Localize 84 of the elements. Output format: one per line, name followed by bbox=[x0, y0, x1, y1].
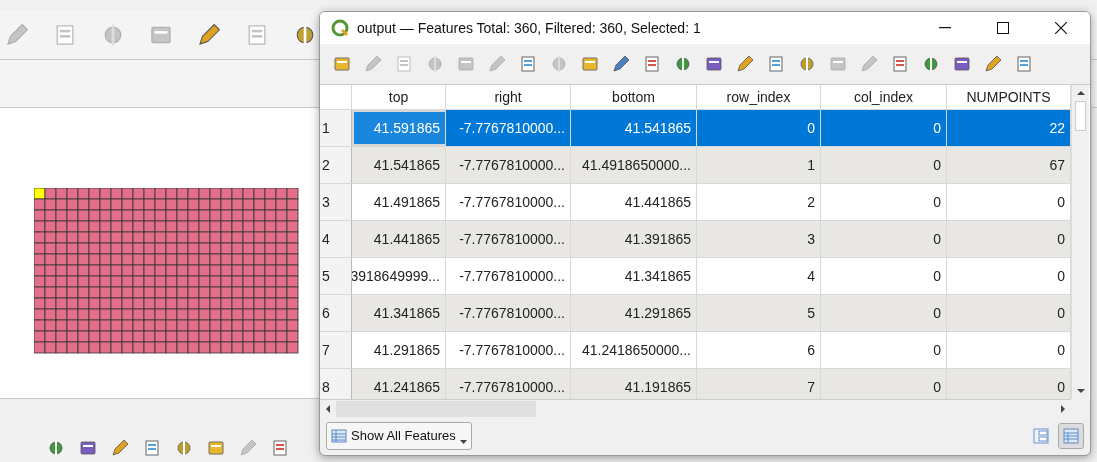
table-cell: -7.7767810000... bbox=[446, 147, 571, 183]
toolbar-icon[interactable] bbox=[206, 438, 226, 458]
table-cell: 41.341865 bbox=[352, 295, 446, 331]
toolbar-icon[interactable] bbox=[611, 54, 631, 74]
toolbar-icon[interactable] bbox=[174, 438, 194, 458]
toolbar-icon[interactable] bbox=[673, 54, 693, 74]
toolbar-icon[interactable] bbox=[580, 54, 600, 74]
table-cell: 0 bbox=[821, 258, 947, 294]
table-cell: -7.7767810000... bbox=[446, 295, 571, 331]
table-cell: 41.441865 bbox=[352, 221, 446, 257]
row-header[interactable]: 7 bbox=[320, 332, 352, 368]
minimize-icon bbox=[939, 27, 951, 29]
table-cell: 4 bbox=[697, 258, 821, 294]
table-cell: 41.391865 bbox=[571, 221, 697, 257]
vertical-scrollbar[interactable] bbox=[1071, 85, 1089, 399]
table-cell: -7.7767810000... bbox=[446, 258, 571, 294]
table-cell: 0 bbox=[697, 110, 821, 146]
toolbar-icon[interactable] bbox=[983, 54, 1003, 74]
toolbar-icon[interactable] bbox=[270, 438, 290, 458]
row-header[interactable]: 4 bbox=[320, 221, 352, 257]
toolbar-icon[interactable] bbox=[142, 438, 162, 458]
table-cell: -7.7767810000... bbox=[446, 221, 571, 257]
table-cell: 41.291865 bbox=[352, 332, 446, 368]
table-cell: 6 bbox=[697, 332, 821, 368]
table-cell: 0 bbox=[821, 147, 947, 183]
toolbar-icon[interactable] bbox=[1014, 54, 1034, 74]
view-toggle-button[interactable] bbox=[1058, 422, 1084, 449]
table-cell: 0 bbox=[821, 221, 947, 257]
toolbar-icon[interactable] bbox=[797, 54, 817, 74]
table-cell: 41.341865 bbox=[571, 258, 697, 294]
table-cell: 0 bbox=[821, 184, 947, 220]
form-view-icon bbox=[1032, 426, 1050, 445]
column-header[interactable]: row_index bbox=[697, 85, 821, 109]
table-cell: 41.291865 bbox=[571, 295, 697, 331]
toolbar-icon[interactable] bbox=[46, 438, 66, 458]
toolbar-icon[interactable] bbox=[642, 54, 662, 74]
table-cell: -7.7767810000... bbox=[446, 184, 571, 220]
caret-icon bbox=[459, 439, 467, 444]
table-cell: 41.491865 bbox=[352, 184, 446, 220]
maximize-icon bbox=[997, 22, 1009, 34]
toolbar-icon[interactable] bbox=[766, 54, 786, 74]
toolbar-icon[interactable] bbox=[921, 54, 941, 74]
table-cell: 41.441865 bbox=[571, 184, 697, 220]
toolbar-icon[interactable] bbox=[110, 438, 130, 458]
table-view-icon bbox=[1062, 426, 1080, 445]
table-cell: 41.591865 bbox=[352, 110, 446, 146]
table-cell: 2 bbox=[697, 184, 821, 220]
table-cell: 41.2418650000... bbox=[571, 332, 697, 368]
column-header[interactable]: top bbox=[352, 85, 446, 109]
toolbar-icon[interactable] bbox=[332, 54, 352, 74]
table-cell: 3 bbox=[697, 221, 821, 257]
table-icon bbox=[331, 427, 347, 444]
app-logo-icon bbox=[330, 18, 350, 38]
column-header[interactable]: bottom bbox=[571, 85, 697, 109]
table-cell: 1 bbox=[697, 147, 821, 183]
table-cell: 0 bbox=[821, 295, 947, 331]
scroll-thumb[interactable] bbox=[1075, 101, 1086, 131]
close-icon bbox=[1055, 22, 1067, 34]
table-cell: 41.4918650000... bbox=[571, 147, 697, 183]
toolbar-icon[interactable] bbox=[952, 54, 972, 74]
window-title: output — Features Total: 360, Filtered: 360, Selected: 1 bbox=[357, 18, 701, 38]
table-cell: -7.7767810000... bbox=[446, 332, 571, 368]
table-cell: -7.7767810000... bbox=[446, 110, 571, 146]
row-header[interactable]: 6 bbox=[320, 295, 352, 331]
toolbar-icon[interactable] bbox=[890, 54, 910, 74]
column-header[interactable]: right bbox=[446, 85, 571, 109]
row-header[interactable]: 5 bbox=[320, 258, 352, 294]
toolbar-icon[interactable] bbox=[704, 54, 724, 74]
filter-dropdown[interactable]: Show All Features bbox=[326, 421, 472, 450]
row-header[interactable]: 3 bbox=[320, 184, 352, 220]
table-cell: 0 bbox=[821, 110, 947, 146]
toolbar-icon[interactable] bbox=[196, 21, 222, 48]
table-cell: 41.541865 bbox=[352, 147, 446, 183]
row-header[interactable]: 8 bbox=[320, 369, 352, 399]
toolbar-icon[interactable] bbox=[518, 54, 538, 74]
map-canvas[interactable] bbox=[0, 108, 320, 398]
toolbar-icon[interactable] bbox=[735, 54, 755, 74]
table-cell: 0 bbox=[821, 332, 947, 368]
row-header[interactable]: 2 bbox=[320, 147, 352, 183]
toolbar-icon[interactable] bbox=[78, 438, 98, 458]
row-header[interactable]: 1 bbox=[320, 110, 352, 146]
column-header[interactable]: col_index bbox=[821, 85, 947, 109]
table-cell: 41.541865 bbox=[571, 110, 697, 146]
table-cell: 5 bbox=[697, 295, 821, 331]
